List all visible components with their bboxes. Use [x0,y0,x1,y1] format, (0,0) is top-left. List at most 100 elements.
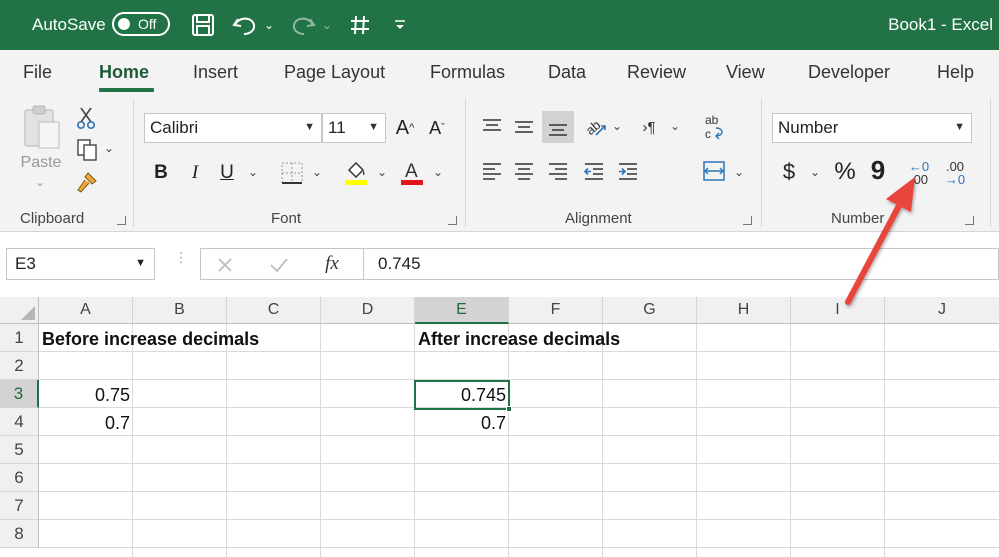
column-header-c[interactable]: C [227,297,321,324]
cell-e1[interactable]: After increase decimals [418,329,620,350]
row-header-4[interactable]: 4 [0,408,39,436]
column-header-g[interactable]: G [603,297,697,324]
borders-dropdown-icon[interactable]: ⌄ [312,165,322,179]
align-right-icon[interactable] [544,157,572,185]
shrink-font-button[interactable]: Aˇ [424,113,450,143]
tab-help[interactable]: Help [937,62,974,83]
copy-dropdown-icon[interactable]: ⌄ [104,141,114,155]
gridline [320,324,321,557]
font-color-icon[interactable]: A [398,157,426,187]
tab-view[interactable]: View [726,62,765,83]
insert-function-icon[interactable]: fx [319,251,345,277]
column-header-d[interactable]: D [321,297,415,324]
tab-data[interactable]: Data [548,62,586,83]
font-name-select[interactable]: Calibri ▼ [144,113,322,143]
autosave-toggle[interactable]: Off [112,12,170,36]
fill-color-dropdown-icon[interactable]: ⌄ [377,165,387,179]
tab-review[interactable]: Review [627,62,686,83]
tab-page-layout[interactable]: Page Layout [284,62,385,83]
text-direction-icon[interactable]: ›¶ [634,113,664,141]
cell-a3[interactable]: 0.75 [40,385,130,406]
borders-icon[interactable] [278,159,306,187]
copy-icon[interactable] [74,137,100,163]
column-header-b[interactable]: B [133,297,227,324]
text-direction-dropdown-icon[interactable]: ⌄ [670,119,680,133]
cell-e4[interactable]: 0.7 [416,413,506,434]
font-color-dropdown-icon[interactable]: ⌄ [433,165,443,179]
tab-home[interactable]: Home [99,62,149,83]
format-painter-icon[interactable] [74,169,100,195]
cell-a4[interactable]: 0.7 [40,413,130,434]
row-header-2[interactable]: 2 [0,352,39,380]
enter-icon[interactable] [267,253,291,277]
fill-handle[interactable] [506,406,512,412]
cancel-icon[interactable] [213,253,237,277]
increase-decimal-button[interactable]: ←0 .00 [904,157,934,189]
align-left-icon[interactable] [478,157,506,185]
name-box[interactable]: E3 ▼ [6,248,155,280]
formula-input[interactable]: 0.745 [364,248,999,280]
cut-icon[interactable] [74,105,98,131]
decrease-decimal-button[interactable]: .00 →0 [940,157,970,189]
fill-color-icon[interactable] [342,157,370,187]
percent-button[interactable]: % [830,157,860,187]
underline-dropdown-icon[interactable]: ⌄ [248,165,258,179]
save-icon[interactable] [188,10,218,40]
merge-dropdown-icon[interactable]: ⌄ [734,165,744,179]
column-header-i[interactable]: I [791,297,885,324]
redo-icon[interactable] [288,10,318,40]
italic-button[interactable]: I [184,159,206,187]
currency-dropdown-icon[interactable]: ⌄ [810,165,820,179]
clipboard-launcher-icon[interactable] [117,216,126,225]
orientation-icon[interactable]: ab [580,111,610,141]
merge-center-icon[interactable] [700,157,728,185]
row-header-1[interactable]: 1 [0,324,39,352]
row-header-8[interactable]: 8 [0,520,39,548]
tab-file[interactable]: File [23,62,52,83]
comma-style-button[interactable]: 9 [868,155,888,185]
row-header-3[interactable]: 3 [0,380,39,408]
paste-label[interactable]: Paste [18,153,64,173]
paste-dropdown-icon[interactable]: ⌄ [35,175,45,189]
cell-a1[interactable]: Before increase decimals [42,329,259,350]
column-header-j[interactable]: J [885,297,999,324]
font-launcher-icon[interactable] [448,216,457,225]
number-launcher-icon[interactable] [965,216,974,225]
column-header-a[interactable]: A [39,297,133,324]
paste-icon[interactable] [18,103,64,153]
currency-button[interactable]: $ [778,157,800,187]
tab-insert[interactable]: Insert [193,62,238,83]
align-top-icon[interactable] [478,113,506,141]
align-bottom-icon[interactable] [542,111,574,143]
formula-bar-grip-icon[interactable]: ⋮ [174,250,188,264]
increase-indent-icon[interactable] [614,157,642,185]
align-middle-icon[interactable] [510,113,538,141]
number-format-select[interactable]: Number ▼ [772,113,972,143]
select-all-button[interactable] [0,297,39,324]
redo-dropdown-icon[interactable]: ⌄ [320,10,334,40]
alignment-launcher-icon[interactable] [743,216,752,225]
row-header-7[interactable]: 7 [0,492,39,520]
underline-button[interactable]: U [216,159,238,187]
row-header-6[interactable]: 6 [0,464,39,492]
align-center-icon[interactable] [510,157,538,185]
name-box-value: E3 [15,254,36,273]
hashtag-icon[interactable] [346,10,374,40]
tab-formulas[interactable]: Formulas [430,62,505,83]
grow-font-button[interactable]: A ^ [392,113,418,143]
font-size-select[interactable]: 11 ▼ [322,113,386,143]
bold-button[interactable]: B [150,159,172,187]
wrap-text-icon[interactable]: ab c [700,111,730,143]
decrease-indent-icon[interactable] [580,157,608,185]
column-header-f[interactable]: F [509,297,603,324]
orientation-dropdown-icon[interactable]: ⌄ [612,119,622,133]
row-header-5[interactable]: 5 [0,436,39,464]
tab-developer[interactable]: Developer [808,62,890,83]
column-header-e[interactable]: E [415,297,509,324]
undo-icon[interactable] [230,10,260,40]
undo-dropdown-icon[interactable]: ⌄ [262,10,276,40]
autosave-label: AutoSave [32,15,106,34]
column-header-h[interactable]: H [697,297,791,324]
customize-toolbar-icon[interactable] [390,10,410,40]
gridline [696,324,697,557]
